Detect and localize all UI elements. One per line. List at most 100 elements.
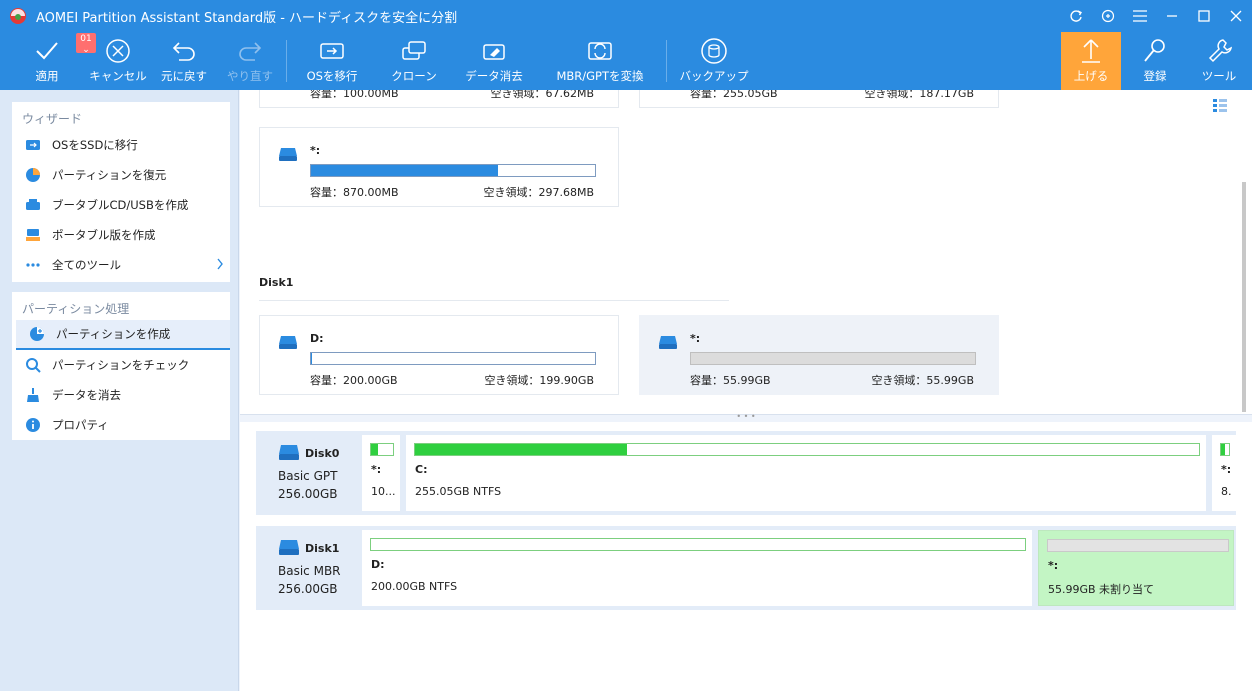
sidebar-item-label: 全てのツール bbox=[52, 258, 121, 272]
disk-row-disk1[interactable]: Disk1 Basic MBR 256.00GB D: 200.00GB NTF… bbox=[256, 526, 1236, 610]
partition-info: 10... bbox=[371, 485, 396, 498]
sidebar-item-label: OSをSSDに移行 bbox=[52, 138, 138, 152]
sidebar-item-check-partition[interactable]: パーティションをチェック bbox=[12, 350, 230, 380]
usage-bar-fill bbox=[311, 165, 498, 176]
free-space-text: 空き領域：199.90GB bbox=[484, 374, 594, 387]
main-toolbar: 適用 01 ⌄ キャンセル 元に戻す やり直す OSを移行 クローン データ消去 … bbox=[0, 32, 1252, 90]
partition-info: 8. bbox=[1221, 485, 1232, 498]
disk-map-view: Disk0 Basic GPT 256.00GB *: 10... C: 255… bbox=[240, 422, 1252, 691]
wipe-data-button[interactable]: データ消去 bbox=[460, 32, 528, 90]
clone-label: クローン bbox=[391, 69, 437, 83]
vertical-scrollbar[interactable] bbox=[1242, 182, 1246, 412]
feedback-button[interactable] bbox=[1092, 0, 1124, 32]
disk-map-partition-d[interactable]: D: 200.00GB NTFS bbox=[362, 530, 1032, 606]
undo-button[interactable]: 元に戻す bbox=[156, 32, 212, 90]
sidebar-item-label: データを消去 bbox=[52, 388, 121, 402]
partition-card-d[interactable]: D: 容量：200.00GB 空き領域：199.90GB bbox=[259, 315, 619, 395]
partition-name: C: bbox=[415, 463, 428, 476]
sidebar-item-portable[interactable]: ポータブル版を作成 bbox=[12, 220, 230, 250]
partition-name: *: bbox=[310, 144, 321, 157]
portable-icon bbox=[24, 226, 42, 244]
partition-info: 255.05GB NTFS bbox=[415, 485, 502, 498]
restore-icon bbox=[24, 166, 42, 184]
partition-name: D: bbox=[310, 332, 324, 345]
partition-card-system[interactable]: 容量：100.00MB 空き領域：67.62MB bbox=[259, 90, 619, 108]
cancel-button[interactable]: キャンセル bbox=[88, 32, 148, 90]
sidebar-item-bootable-media[interactable]: ブータブルCD/USBを作成 bbox=[12, 190, 230, 220]
left-sidebar: ウィザード OSをSSDに移行 パーティションを復元 ブータブルCD/USBを作… bbox=[0, 90, 239, 691]
disk1-heading: Disk1 bbox=[259, 276, 294, 289]
apply-button[interactable]: 適用 01 ⌄ bbox=[14, 32, 96, 90]
usage-bar-fill bbox=[1221, 444, 1225, 455]
partition-info: 55.99GB 未割り当て bbox=[1048, 583, 1155, 596]
sidebar-item-migrate-os[interactable]: OSをSSDに移行 bbox=[12, 130, 230, 160]
capacity-text: 容量：255.05GB bbox=[690, 90, 778, 100]
close-icon bbox=[1230, 10, 1242, 22]
upgrade-label: 上げる bbox=[1073, 69, 1109, 83]
disk-map-partition[interactable]: *: 10... bbox=[362, 435, 400, 511]
backup-label: バックアップ bbox=[679, 69, 749, 83]
disk-size: 256.00GB bbox=[278, 487, 338, 501]
minimize-button[interactable] bbox=[1156, 0, 1188, 32]
disk-map-partition-unallocated[interactable]: *: 55.99GB 未割り当て bbox=[1038, 530, 1234, 606]
disk-map-partition[interactable]: *: 8. bbox=[1212, 435, 1236, 511]
wrench-icon bbox=[1208, 39, 1232, 63]
migrate-os-label: OSを移行 bbox=[306, 69, 358, 83]
drive-icon bbox=[659, 336, 677, 349]
maximize-button[interactable] bbox=[1188, 0, 1220, 32]
redo-label: やり直す bbox=[227, 69, 273, 83]
clone-button[interactable]: クローン bbox=[382, 32, 446, 90]
partition-info: 200.00GB NTFS bbox=[371, 580, 458, 593]
capacity-text: 容量：100.00MB bbox=[310, 90, 399, 100]
sidebar-item-label: プロパティ bbox=[52, 418, 109, 432]
usage-bar bbox=[690, 352, 976, 365]
wipe-data-label: データ消去 bbox=[465, 69, 523, 83]
sidebar-item-label: ブータブルCD/USBを作成 bbox=[52, 198, 189, 212]
partition-ops-heading: パーティション処理 bbox=[22, 302, 130, 316]
disk-icon bbox=[279, 540, 299, 555]
free-space-text: 空き領域：55.99GB bbox=[871, 374, 974, 387]
sidebar-item-label: パーティションをチェック bbox=[52, 358, 190, 372]
partition-card-c[interactable]: 容量：255.05GB 空き領域：187.17GB bbox=[639, 90, 999, 108]
disk-map-partition-c[interactable]: C: 255.05GB NTFS bbox=[406, 435, 1206, 511]
sidebar-item-all-tools[interactable]: 全てのツール bbox=[12, 250, 230, 280]
sidebar-item-wipe-data[interactable]: データを消去 bbox=[12, 380, 230, 410]
usage-bar-fill bbox=[371, 444, 379, 455]
tools-button[interactable]: ツール bbox=[1190, 32, 1248, 90]
wizard-panel: ウィザード OSをSSDに移行 パーティションを復元 ブータブルCD/USBを作… bbox=[12, 102, 230, 282]
undo-icon bbox=[172, 42, 195, 61]
dots-icon bbox=[24, 256, 42, 274]
sidebar-item-create-partition[interactable]: パーティションを作成 bbox=[16, 320, 230, 350]
disk-row-disk0[interactable]: Disk0 Basic GPT 256.00GB *: 10... C: 255… bbox=[256, 431, 1236, 515]
close-button[interactable] bbox=[1220, 0, 1252, 32]
migrate-os-button[interactable]: OSを移行 bbox=[298, 32, 366, 90]
upgrade-button[interactable]: 上げる bbox=[1061, 32, 1121, 90]
sidebar-item-properties[interactable]: プロパティ bbox=[12, 410, 230, 440]
redo-button[interactable]: やり直す bbox=[222, 32, 278, 90]
sidebar-item-restore-partition[interactable]: パーティションを復元 bbox=[12, 160, 230, 190]
partition-card-recovery[interactable]: *: 容量：870.00MB 空き領域：297.68MB bbox=[259, 127, 619, 207]
convert-icon bbox=[588, 42, 612, 60]
maximize-icon bbox=[1198, 10, 1210, 22]
toolbar-divider bbox=[286, 40, 287, 82]
cancel-label: キャンセル bbox=[89, 69, 147, 83]
disk-type: Basic GPT bbox=[278, 469, 338, 483]
partition-name: *: bbox=[1048, 559, 1059, 572]
partition-card-unallocated[interactable]: *: 容量：55.99GB 空き領域：55.99GB bbox=[639, 315, 999, 395]
sidebar-item-label: パーティションを復元 bbox=[52, 168, 167, 182]
refresh-icon bbox=[1070, 10, 1082, 22]
menu-button[interactable] bbox=[1124, 0, 1156, 32]
view-toggle-icon[interactable] bbox=[1212, 98, 1228, 114]
capacity-text: 容量：55.99GB bbox=[690, 374, 771, 387]
backup-button[interactable]: バックアップ bbox=[679, 32, 749, 90]
register-button[interactable]: 登録 bbox=[1126, 32, 1184, 90]
bootable-icon bbox=[24, 196, 42, 214]
refresh-button[interactable] bbox=[1060, 0, 1092, 32]
migrate-os-icon bbox=[320, 43, 344, 59]
pane-splitter[interactable]: • • • bbox=[240, 413, 1252, 422]
convert-mbr-gpt-button[interactable]: MBR/GPTを変換 bbox=[556, 32, 644, 90]
wizard-heading: ウィザード bbox=[22, 112, 83, 126]
hamburger-icon bbox=[1133, 10, 1147, 22]
usage-bar bbox=[1220, 443, 1230, 456]
usage-bar bbox=[370, 538, 1026, 551]
